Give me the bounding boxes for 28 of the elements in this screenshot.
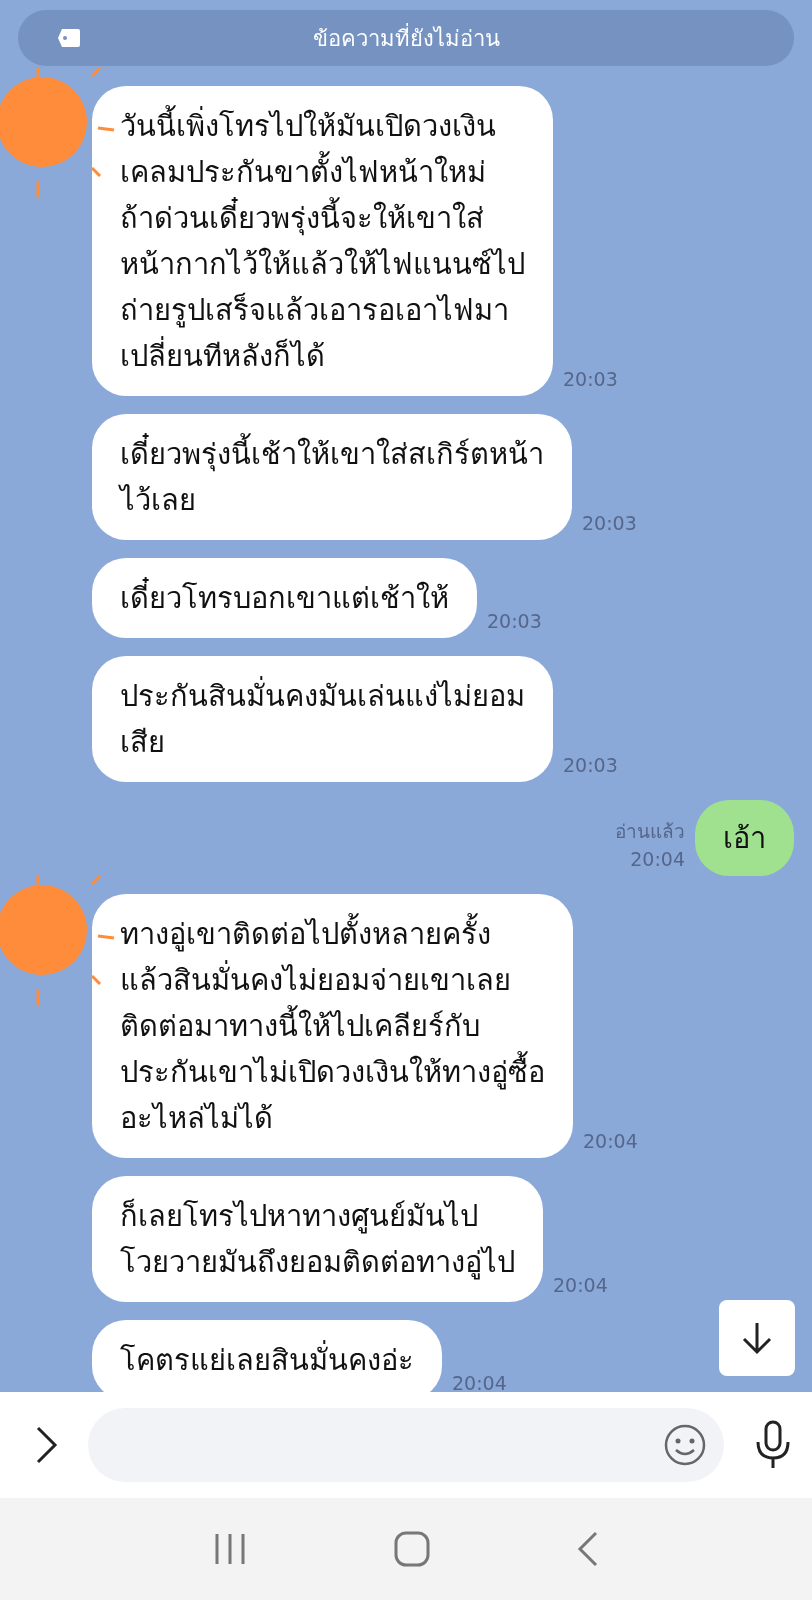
- message-time: 20:03: [582, 512, 638, 534]
- message-time: 20:03: [487, 610, 543, 632]
- message-bubble: ทางอู่เขาติดต่อไปตั้งหลายครั้ง แล้วสินมั่นคงไม่ยอมจ่ายเขาเลย ติดต่อมาทางนี้ให้ไปเคลียร์กับ ประกันเขาไม่เปิดวงเงินให้ทางอู่ซื้อ อะไหล่ไม่ได้: [92, 894, 573, 1158]
- message-bubble: เดี๋ยวโทรบอกเขาแต่เช้าให้: [92, 558, 477, 638]
- message-time: 20:04: [583, 1130, 639, 1152]
- chevron-right-icon[interactable]: [36, 1426, 58, 1464]
- recent-apps-icon[interactable]: [213, 1532, 248, 1566]
- scroll-down-button[interactable]: [719, 1300, 795, 1376]
- read-status: อ่านแล้ว: [615, 819, 685, 844]
- tag-icon: [58, 29, 80, 47]
- unread-banner[interactable]: ข้อความที่ยังไม่อ่าน: [18, 10, 794, 66]
- message-time: 20:04: [553, 1274, 609, 1296]
- smiley-icon[interactable]: [664, 1424, 706, 1466]
- home-icon[interactable]: [394, 1531, 430, 1567]
- message-time: 20:04: [452, 1372, 508, 1392]
- message-time: 20:03: [563, 754, 619, 776]
- message-bubble: ประกันสินมั่นคงมันเล่นแง่ไม่ยอม เสีย: [92, 656, 553, 782]
- message-time: 20:04: [630, 848, 685, 870]
- message-bubble: โคตรแย่เลยสินมั่นคงอ่ะ: [92, 1320, 442, 1392]
- message-bubble: เดี๋ยวพรุ่งนี้เช้าให้เขาใส่สเกิร์ตหน้า ไว้เลย: [92, 414, 572, 540]
- banner-label: ข้อความที่ยังไม่อ่าน: [312, 22, 500, 53]
- down-arrow-icon: [740, 1321, 774, 1355]
- back-icon[interactable]: [576, 1531, 599, 1567]
- message-bubble: ก็เลยโทรไปหาทางศูนย์มันไป โวยวายมันถึงยอมติดต่อทางอู่ไป: [92, 1176, 543, 1302]
- microphone-icon[interactable]: [754, 1420, 792, 1470]
- message-bubble: เอ้า: [695, 800, 794, 876]
- message-time: 20:03: [563, 368, 619, 390]
- message-bubble: วันนี้เพิ่งโทรไปให้มันเปิดวงเงิน เคลมประกันขาตั้งไฟหน้าใหม่ ถ้าด่วนเดี๋ยวพรุ่งนี้จะให้เขาใส่ หน้ากากไว้ให้แล้วให้ไฟแนนซ์ไป ถ่ายรูปเสร็จแล้วเอารอเอาไฟมา เปลี่ยนทีหลังก็ได้: [92, 86, 553, 396]
